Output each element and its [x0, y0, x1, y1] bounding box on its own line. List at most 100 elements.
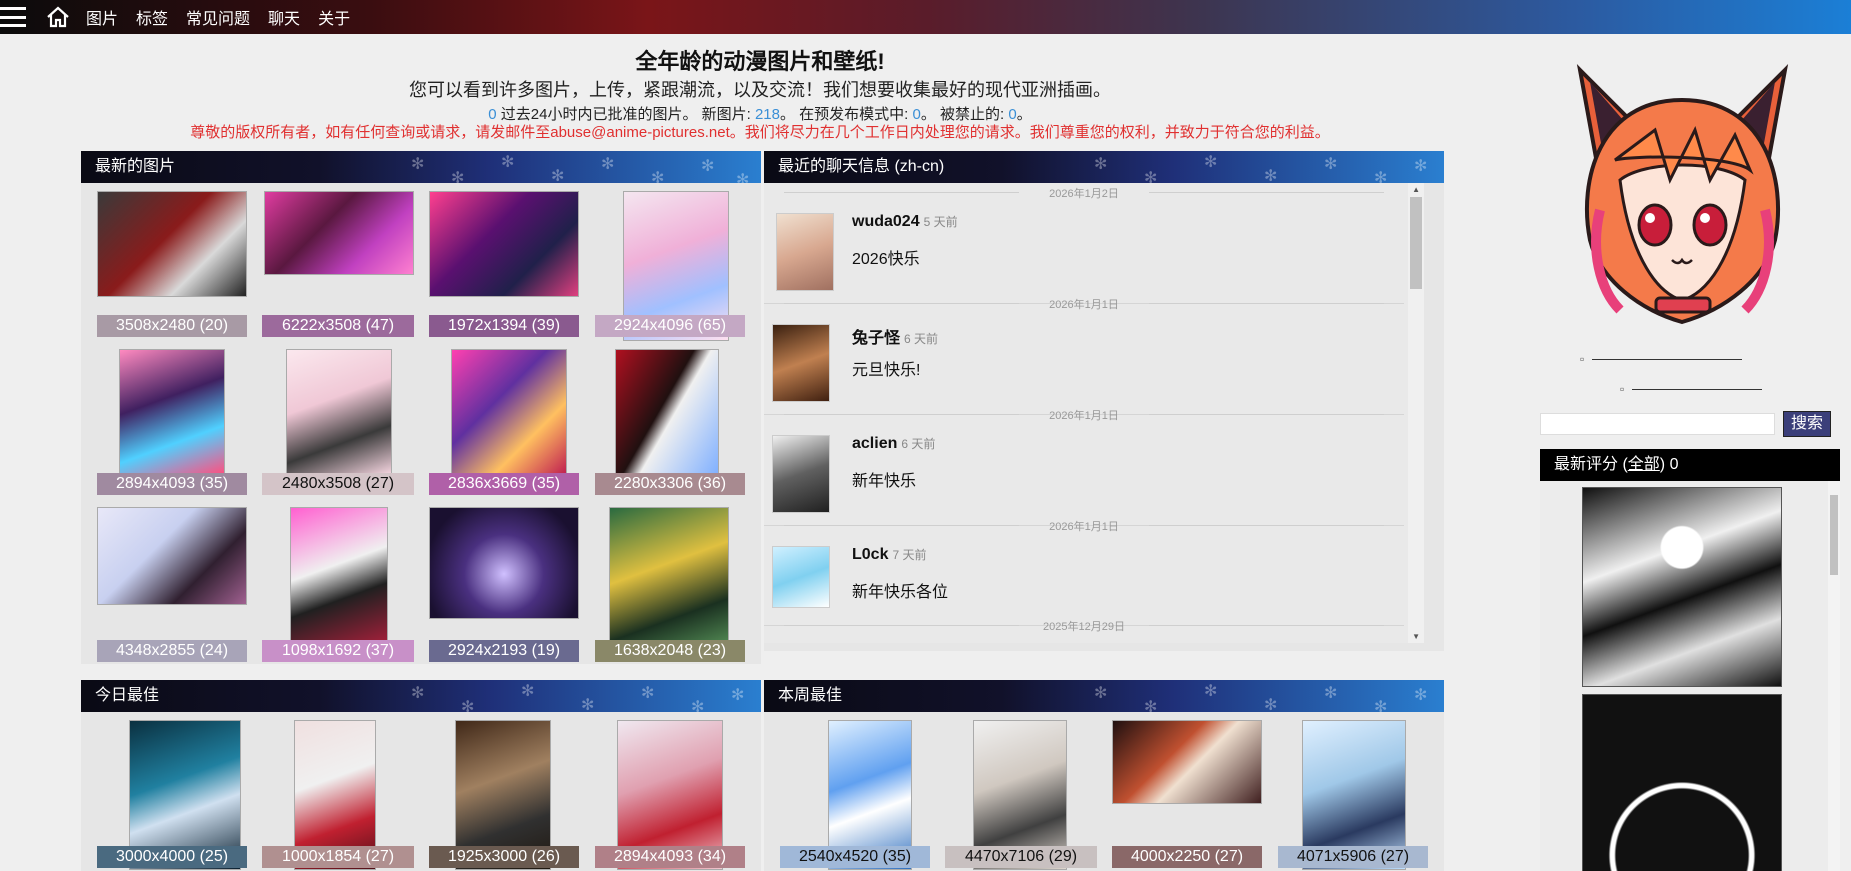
thumbnail[interactable]: 4071x5906 (27) — [1278, 720, 1428, 871]
ratings-all-link[interactable]: 全部 — [1628, 456, 1660, 473]
chat-username[interactable]: wuda024 — [852, 213, 920, 230]
chat-header: 最近的聊天信息 (zh-cn) ✻ ✻ ✻ ✻ ✻ ✻ ✻ — [764, 151, 1444, 183]
home-icon[interactable] — [46, 6, 70, 28]
rated-image[interactable] — [1582, 694, 1782, 871]
thumbnail-image[interactable] — [264, 191, 414, 275]
thumbnail-caption: 1098x1692 (37) — [262, 640, 414, 662]
thumbnail[interactable]: 2540x4520 (35) — [780, 720, 930, 871]
thumbnail[interactable]: 1638x2048 (23) — [595, 507, 745, 667]
page-title: 全年龄的动漫图片和壁纸! — [635, 49, 885, 74]
thumbnail-caption: 1000x1854 (27) — [262, 846, 414, 868]
nav-chat[interactable]: 聊天 — [268, 5, 300, 29]
latest-pictures-panel: 最新的图片 ✻ ✻ ✻ ✻ ✻ ✻ ✻ ✻ 3508x2480 (20) 6222x35… — [81, 151, 761, 664]
thumbnail[interactable]: 2894x4093 (35) — [97, 349, 247, 509]
chat-message-user[interactable]: 兔子怪 6 天前 — [852, 324, 938, 348]
thumbnail[interactable]: 2894x4093 (34) — [595, 720, 745, 871]
thumbnail[interactable]: 6222x3508 (47) — [262, 191, 414, 351]
thumbnail[interactable]: 1972x1394 (39) — [429, 191, 579, 351]
thumbnail[interactable]: 3000x4000 (25) — [97, 720, 247, 871]
avatar[interactable] — [776, 213, 834, 291]
chat-time: 5 天前 — [923, 215, 958, 229]
thumbnail[interactable]: 4470x7106 (29) — [945, 720, 1097, 871]
thumbnail-image[interactable] — [97, 507, 247, 605]
thumbnail[interactable]: 4348x2855 (24) — [97, 507, 247, 667]
latest-ratings-panel: 最新评分 (全部) 0 — [1540, 449, 1840, 871]
thumbnail-caption: 4470x7106 (29) — [945, 846, 1097, 868]
chat-message-user[interactable]: wuda024 5 天前 — [852, 213, 958, 231]
best-today-title: 今日最佳 — [95, 687, 160, 704]
thumbnail-image[interactable] — [609, 507, 729, 657]
scroll-up-icon[interactable]: ▲ — [1412, 185, 1420, 194]
avatar[interactable] — [772, 324, 830, 402]
chat-message-text: 2026快乐 — [852, 251, 920, 268]
thumbnail-image[interactable] — [290, 507, 388, 657]
search-button[interactable]: 搜索 — [1783, 411, 1831, 437]
thumbnail-image[interactable] — [286, 349, 392, 475]
thumbnail-image[interactable] — [119, 349, 225, 475]
thumbnail-image[interactable] — [429, 507, 579, 619]
chat-scrollbar[interactable]: ▲ ▼ — [1408, 183, 1424, 643]
scroll-down-icon[interactable]: ▼ — [1412, 632, 1420, 641]
latest-pictures-header: 最新的图片 ✻ ✻ ✻ ✻ ✻ ✻ ✻ ✻ — [81, 151, 761, 183]
banner-image[interactable]: ▫ — [1620, 382, 1763, 396]
nav-tags[interactable]: 标签 — [136, 5, 168, 29]
best-week-panel: 本周最佳 ✻ ✻ ✻ ✻ ✻ ✻ ✻ 2540x4520 (35) 4470x7106… — [764, 680, 1444, 871]
thumbnail[interactable]: 2924x2193 (19) — [429, 507, 579, 667]
chat-message-text: 元旦快乐! — [852, 362, 921, 379]
thumbnail-image[interactable] — [1112, 720, 1262, 804]
avatar[interactable] — [772, 435, 830, 513]
menu-icon[interactable] — [0, 7, 26, 27]
thumbnail[interactable]: 1098x1692 (37) — [262, 507, 414, 667]
rated-image[interactable] — [1582, 487, 1782, 687]
chat-scrollbar-thumb[interactable] — [1410, 197, 1422, 289]
banner-image[interactable]: ▫ — [1580, 352, 1743, 366]
thumbnail-caption: 2924x2193 (19) — [429, 640, 579, 662]
thumbnail[interactable]: 2480x3508 (27) — [262, 349, 414, 509]
thumbnail-image[interactable] — [451, 349, 567, 475]
thumbnail[interactable]: 1925x3000 (26) — [429, 720, 579, 871]
thumbnail-caption: 1638x2048 (23) — [595, 640, 745, 662]
chat-panel: 最近的聊天信息 (zh-cn) ✻ ✻ ✻ ✻ ✻ ✻ ✻ 2026年1月2日 wud… — [764, 151, 1444, 651]
chat-time: 6 天前 — [904, 332, 939, 346]
thumbnail-caption: 4071x5906 (27) — [1278, 846, 1428, 868]
chat-message-text: 新年快乐各位 — [852, 584, 949, 601]
nav-faq[interactable]: 常见问题 — [186, 5, 250, 29]
mascot-logo[interactable] — [1560, 60, 1805, 335]
chat-date: 2026年1月2日 — [764, 185, 1404, 201]
thumbnail[interactable]: 2280x3306 (36) — [595, 349, 745, 509]
chat-message-text: 新年快乐 — [852, 473, 917, 490]
thumbnail-image[interactable] — [429, 191, 579, 297]
chat-message-user[interactable]: L0ck 7 天前 — [852, 546, 926, 564]
thumbnail[interactable]: 4000x2250 (27) — [1112, 720, 1262, 871]
thumbnail-caption: 2894x4093 (34) — [595, 846, 745, 868]
ratings-scrollbar-thumb[interactable] — [1830, 495, 1838, 575]
thumbnail-image[interactable] — [615, 349, 719, 475]
thumbnail[interactable]: 2924x4096 (65) — [595, 191, 745, 351]
search-input[interactable] — [1540, 413, 1775, 435]
chat-username[interactable]: L0ck — [852, 546, 888, 563]
latest-ratings-header: 最新评分 (全部) 0 — [1540, 449, 1840, 481]
thumbnail-caption: 2836x3669 (35) — [429, 473, 579, 495]
chat-messages[interactable]: 2026年1月2日 wuda024 5 天前 2026快乐 2026年1月1日 兔… — [764, 183, 1424, 643]
top-bar: 图片 标签 常见问题 聊天 关于 — [0, 0, 1851, 34]
chat-date: 2026年1月1日 — [764, 407, 1404, 423]
thumbnail-caption: 4000x2250 (27) — [1112, 846, 1262, 868]
thumbnail[interactable]: 2836x3669 (35) — [429, 349, 579, 509]
thumbnail-caption: 2924x4096 (65) — [595, 315, 745, 337]
nav-about[interactable]: 关于 — [318, 5, 350, 29]
thumbnail[interactable]: 1000x1854 (27) — [262, 720, 414, 871]
thumbnail-caption: 6222x3508 (47) — [262, 315, 414, 337]
chat-time: 7 天前 — [892, 548, 927, 562]
chat-date: 2026年1月1日 — [764, 296, 1404, 312]
nav-pictures[interactable]: 图片 — [86, 5, 118, 29]
thumbnail-image[interactable] — [97, 191, 247, 297]
chat-username[interactable]: aclien — [852, 435, 897, 452]
chat-message-user[interactable]: aclien 6 天前 — [852, 435, 935, 453]
thumbnail[interactable]: 3508x2480 (20) — [97, 191, 247, 351]
chat-date: 2025年12月29日 — [764, 618, 1404, 634]
thumbnail-caption: 3508x2480 (20) — [97, 315, 247, 337]
avatar[interactable] — [772, 546, 830, 608]
chat-username[interactable]: 兔子怪 — [852, 330, 900, 347]
latest-pictures-title: 最新的图片 — [95, 158, 176, 175]
ratings-scrollbar[interactable] — [1828, 481, 1840, 871]
